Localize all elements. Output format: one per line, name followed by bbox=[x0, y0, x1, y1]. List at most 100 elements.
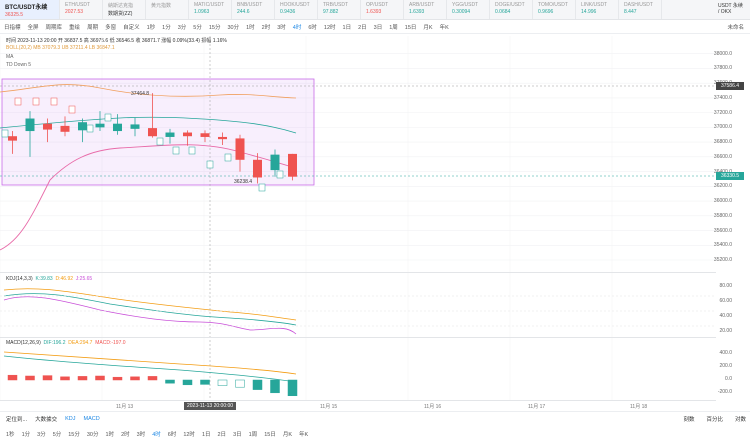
candle-body bbox=[43, 123, 52, 130]
macd-bar bbox=[270, 379, 280, 394]
macd-bar bbox=[217, 379, 228, 386]
candle-body bbox=[183, 132, 192, 137]
macd-bar bbox=[287, 379, 298, 397]
macd-bar bbox=[42, 375, 53, 381]
scale-option[interactable]: 对数 bbox=[735, 415, 746, 423]
candle-body bbox=[218, 136, 227, 140]
candle-body bbox=[113, 123, 122, 132]
time-axis-divider bbox=[0, 400, 716, 401]
price-axis-label: 35400.0 bbox=[713, 242, 732, 249]
kdj-title: KDJ(14,3,3) bbox=[6, 276, 33, 282]
td-marker bbox=[188, 146, 196, 155]
price-axis-label: 38000.0 bbox=[713, 50, 732, 57]
td-marker bbox=[32, 97, 40, 106]
td-marker bbox=[156, 137, 164, 146]
kdj-axis-label: 40.00 bbox=[719, 313, 732, 319]
macd-bar bbox=[165, 379, 175, 384]
macd-bar bbox=[147, 376, 158, 381]
candle[interactable] bbox=[288, 153, 297, 181]
bottom-toolbar: 定位到... 大数據交 KDJ MACD 刻数 百分比 对数 bbox=[0, 411, 750, 425]
period-item[interactable]: 月K bbox=[283, 430, 292, 438]
candle-body bbox=[60, 125, 70, 132]
bottom-tool-item[interactable]: MACD bbox=[84, 416, 100, 422]
price-tag-current: 36330.5 bbox=[716, 172, 744, 180]
kdj-j-value: J:25.65 bbox=[75, 276, 93, 282]
period-item[interactable]: 2时 bbox=[121, 430, 130, 438]
period-item[interactable]: 2日 bbox=[218, 430, 227, 438]
period-item[interactable]: 1时 bbox=[106, 430, 115, 438]
bottom-period-bar: 1秒 1分 3分 5分 15分 30分 1时 2时 3时 4时 6时 12时 1日 2日 3日 1周 15日 月K… bbox=[0, 427, 750, 441]
td-marker bbox=[50, 97, 58, 106]
price-axis-label: 35800.0 bbox=[713, 212, 732, 219]
scale-option[interactable]: 百分比 bbox=[706, 415, 723, 423]
period-item[interactable]: 3分 bbox=[37, 430, 46, 438]
kdj-k-value: K:39.83 bbox=[35, 276, 53, 282]
macd-bar bbox=[25, 375, 35, 381]
kdj-d-line bbox=[3, 288, 297, 321]
kdj-lines bbox=[0, 288, 716, 335]
macd-axis-label: -200.0 bbox=[717, 389, 732, 395]
high-annotation: 37464.8 bbox=[131, 91, 150, 97]
bottom-tool-item[interactable]: 定位到... bbox=[6, 415, 27, 423]
kdj-axis-label: 60.00 bbox=[719, 298, 732, 304]
td-marker bbox=[1, 129, 9, 138]
macd-axis-label: 400.0 bbox=[719, 350, 732, 356]
time-axis-label: 11月 13 bbox=[116, 404, 134, 410]
macd-hist-value: MACD:-197.0 bbox=[95, 340, 126, 346]
period-item[interactable]: 30分 bbox=[87, 430, 99, 438]
macd-pane bbox=[3, 351, 298, 397]
period-item[interactable]: 3时 bbox=[137, 430, 146, 438]
period-item[interactable]: 6时 bbox=[168, 430, 177, 438]
bottom-tool-item[interactable]: 大数據交 bbox=[35, 415, 57, 423]
price-axis-label: 37400.0 bbox=[713, 94, 732, 101]
candle-body bbox=[78, 122, 87, 131]
macd-pane-divider bbox=[0, 337, 716, 338]
time-axis-label: 11月 15 bbox=[320, 404, 338, 410]
period-item[interactable]: 3日 bbox=[233, 430, 242, 438]
macd-bar bbox=[7, 374, 18, 381]
price-axis-label: 37800.0 bbox=[713, 65, 732, 72]
period-item[interactable]: 5分 bbox=[53, 430, 62, 438]
bottom-tool-item[interactable]: KDJ bbox=[65, 416, 75, 422]
kdj-j-line bbox=[3, 296, 297, 335]
td-marker bbox=[224, 153, 232, 162]
selection-rectangle[interactable] bbox=[1, 78, 315, 186]
price-chart[interactable] bbox=[0, 0, 750, 442]
period-item[interactable]: 15分 bbox=[68, 430, 80, 438]
kdj-info: KDJ(14,3,3) K:39.83 D:46.92 J:25.65 bbox=[6, 276, 92, 282]
td-marker bbox=[14, 97, 22, 106]
kdj-d-value: D:46.92 bbox=[55, 276, 74, 282]
period-item[interactable]: 年K bbox=[299, 430, 308, 438]
crosshair-time-label: 2023-11-13 20:00:00 bbox=[184, 402, 237, 410]
price-axis-label: 37200.0 bbox=[713, 109, 732, 116]
macd-axis-label: 0.0 bbox=[725, 376, 732, 382]
candle-body bbox=[235, 138, 245, 160]
macd-dea-line bbox=[3, 351, 297, 375]
scale-option[interactable]: 刻数 bbox=[683, 415, 694, 423]
period-item[interactable]: 15日 bbox=[264, 430, 276, 438]
period-item[interactable]: 1周 bbox=[249, 430, 258, 438]
macd-bar bbox=[112, 376, 123, 381]
period-item[interactable]: 1分 bbox=[22, 430, 31, 438]
macd-info: MACD(12,26,9) DIF:196.2 DEA:294.7 MACD:-… bbox=[6, 340, 126, 346]
candle-body bbox=[253, 159, 262, 178]
macd-bar bbox=[130, 376, 140, 381]
candle-body bbox=[165, 132, 175, 137]
period-item[interactable]: 4时 bbox=[152, 430, 161, 438]
price-axis-label: 35200.0 bbox=[713, 257, 732, 263]
kdj-axis-label: 80.00 bbox=[719, 283, 732, 289]
candle-body bbox=[288, 153, 297, 177]
candle-body bbox=[8, 136, 17, 141]
td-marker bbox=[104, 113, 112, 122]
period-item[interactable]: 1日 bbox=[202, 430, 211, 438]
kdj-pane-divider bbox=[0, 272, 716, 273]
price-axis-label: 36800.0 bbox=[713, 139, 732, 146]
candle-body bbox=[25, 118, 35, 132]
period-item[interactable]: 12时 bbox=[183, 430, 195, 438]
period-item[interactable]: 1秒 bbox=[6, 430, 15, 438]
td-marker bbox=[86, 124, 94, 133]
candle-body bbox=[148, 128, 157, 137]
macd-dea-value: DEA:294.7 bbox=[68, 340, 93, 346]
macd-bar bbox=[60, 376, 70, 381]
macd-bar bbox=[77, 376, 88, 381]
